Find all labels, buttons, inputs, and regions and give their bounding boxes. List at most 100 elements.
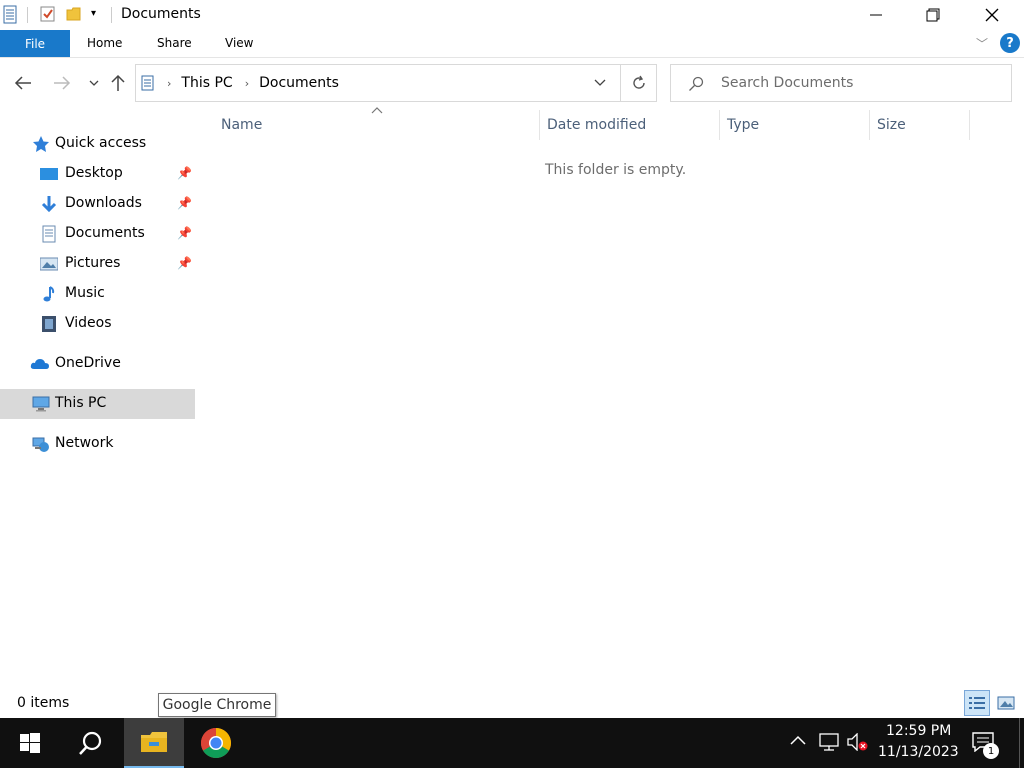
help-icon[interactable]: ? xyxy=(1000,33,1020,53)
column-divider[interactable] xyxy=(969,110,970,140)
pictures-icon xyxy=(40,257,58,271)
large-icons-view-button[interactable] xyxy=(993,690,1019,716)
pin-icon: 📌 xyxy=(177,196,192,210)
tab-share[interactable]: Share xyxy=(157,36,192,50)
search-taskbar-button[interactable] xyxy=(62,718,120,768)
network-icon xyxy=(32,437,49,452)
ribbon-tabs: File Home Share View ﹀ ? xyxy=(0,30,1024,58)
chevron-down-icon xyxy=(89,80,99,86)
restore-button[interactable] xyxy=(904,0,962,30)
network-tray-button[interactable] xyxy=(818,733,840,755)
videos-icon xyxy=(42,316,56,332)
chevron-down-icon xyxy=(594,79,606,86)
file-explorer-icon xyxy=(141,732,167,752)
sidebar-item-label: This PC xyxy=(55,395,107,411)
column-divider[interactable] xyxy=(869,110,870,140)
item-count-status: 0 items xyxy=(17,695,70,711)
star-icon xyxy=(33,136,49,152)
sidebar-item-label: Downloads xyxy=(65,195,142,211)
pin-icon: 📌 xyxy=(177,166,192,180)
sidebar-item-this-pc[interactable]: This PC xyxy=(0,389,195,419)
column-header-size[interactable]: Size xyxy=(877,117,906,133)
start-button[interactable] xyxy=(0,718,60,768)
sidebar-item-label: Pictures xyxy=(65,255,121,271)
search-placeholder: Search Documents xyxy=(721,75,854,91)
breadcrumb-this-pc[interactable]: This PC xyxy=(181,75,232,91)
search-icon xyxy=(689,76,704,91)
onedrive-cloud-icon xyxy=(30,359,49,369)
show-desktop-button[interactable] xyxy=(1019,718,1024,768)
sidebar-item-label: Videos xyxy=(65,315,112,331)
breadcrumb-separator-icon[interactable]: › xyxy=(245,77,249,90)
desktop-icon xyxy=(40,168,58,180)
sidebar-item-downloads[interactable]: Downloads 📌 xyxy=(0,189,195,219)
properties-icon[interactable] xyxy=(40,6,56,22)
search-icon xyxy=(79,731,102,755)
folder-app-icon xyxy=(3,5,17,24)
qa-divider xyxy=(27,7,28,23)
up-arrow-icon xyxy=(111,74,125,91)
tab-file[interactable]: File xyxy=(0,30,70,57)
this-pc-icon xyxy=(32,396,50,412)
empty-folder-message: This folder is empty. xyxy=(545,162,687,178)
details-view-button[interactable] xyxy=(964,690,990,716)
tab-home[interactable]: Home xyxy=(87,36,122,50)
title-bar: ▾ Documents xyxy=(0,0,1024,30)
sidebar-item-label: Desktop xyxy=(65,165,123,181)
customize-qa-dropdown-icon[interactable]: ▾ xyxy=(91,8,96,19)
sidebar-item-label: OneDrive xyxy=(55,355,121,371)
sidebar-item-desktop[interactable]: Desktop 📌 xyxy=(0,159,195,189)
pin-icon: 📌 xyxy=(177,226,192,240)
details-view-icon xyxy=(969,697,985,709)
windows-logo-icon xyxy=(20,733,40,753)
title-divider xyxy=(111,7,112,23)
minimize-icon xyxy=(870,14,882,16)
volume-tray-button[interactable] xyxy=(847,732,869,755)
tab-view[interactable]: View xyxy=(225,36,253,50)
column-divider[interactable] xyxy=(539,110,540,140)
sidebar-item-network[interactable]: Network xyxy=(0,429,195,459)
file-explorer-window: ▾ Documents File Home Share View ﹀ ? › T… xyxy=(0,0,1024,718)
address-history-dropdown[interactable] xyxy=(594,77,606,91)
column-header-name[interactable]: Name xyxy=(221,117,262,133)
recent-locations-dropdown[interactable] xyxy=(82,70,106,96)
breadcrumb-documents[interactable]: Documents xyxy=(259,75,339,91)
show-hidden-icons-button[interactable] xyxy=(790,734,806,750)
minimize-button[interactable] xyxy=(847,0,905,30)
this-pc-small-icon xyxy=(141,75,154,91)
sidebar-item-label: Documents xyxy=(65,225,145,241)
sidebar-item-videos[interactable]: Videos xyxy=(0,309,195,339)
sidebar-item-pictures[interactable]: Pictures 📌 xyxy=(0,249,195,279)
column-divider[interactable] xyxy=(719,110,720,140)
sidebar-item-label: Quick access xyxy=(55,135,147,151)
music-icon xyxy=(43,286,55,302)
column-header-type[interactable]: Type xyxy=(727,117,759,133)
clock-date[interactable]: 11/13/2023 xyxy=(878,744,959,760)
clock-time[interactable]: 12:59 PM xyxy=(886,723,951,739)
sort-ascending-chevron-icon xyxy=(371,106,383,117)
expand-ribbon-chevron-icon[interactable]: ﹀ xyxy=(976,35,988,52)
network-tray-icon xyxy=(819,733,839,751)
forward-button[interactable] xyxy=(50,70,74,96)
back-button[interactable] xyxy=(11,70,35,96)
sidebar-item-quick-access[interactable]: Quick access xyxy=(0,129,195,159)
sidebar-item-music[interactable]: Music xyxy=(0,279,195,309)
sidebar-item-documents[interactable]: Documents 📌 xyxy=(0,219,195,249)
documents-icon xyxy=(42,225,56,243)
chevron-up-icon xyxy=(790,735,806,745)
column-header-date-modified[interactable]: Date modified xyxy=(547,117,646,133)
chrome-icon xyxy=(200,728,232,759)
refresh-button[interactable] xyxy=(620,65,656,101)
taskbar: 12:59 PM 11/13/2023 xyxy=(0,718,1024,768)
chrome-taskbar-button[interactable] xyxy=(186,718,246,768)
new-folder-icon[interactable] xyxy=(66,6,82,22)
sidebar-item-onedrive[interactable]: OneDrive xyxy=(0,349,195,379)
file-explorer-taskbar-button[interactable] xyxy=(124,718,184,768)
search-input[interactable]: Search Documents xyxy=(670,64,1012,102)
large-icons-view-icon xyxy=(997,696,1015,710)
close-button[interactable] xyxy=(963,0,1021,30)
address-bar[interactable]: › This PC › Documents xyxy=(135,64,657,102)
up-button[interactable] xyxy=(106,70,130,96)
volume-muted-icon xyxy=(847,732,868,752)
breadcrumb-separator-icon[interactable]: › xyxy=(167,77,171,90)
